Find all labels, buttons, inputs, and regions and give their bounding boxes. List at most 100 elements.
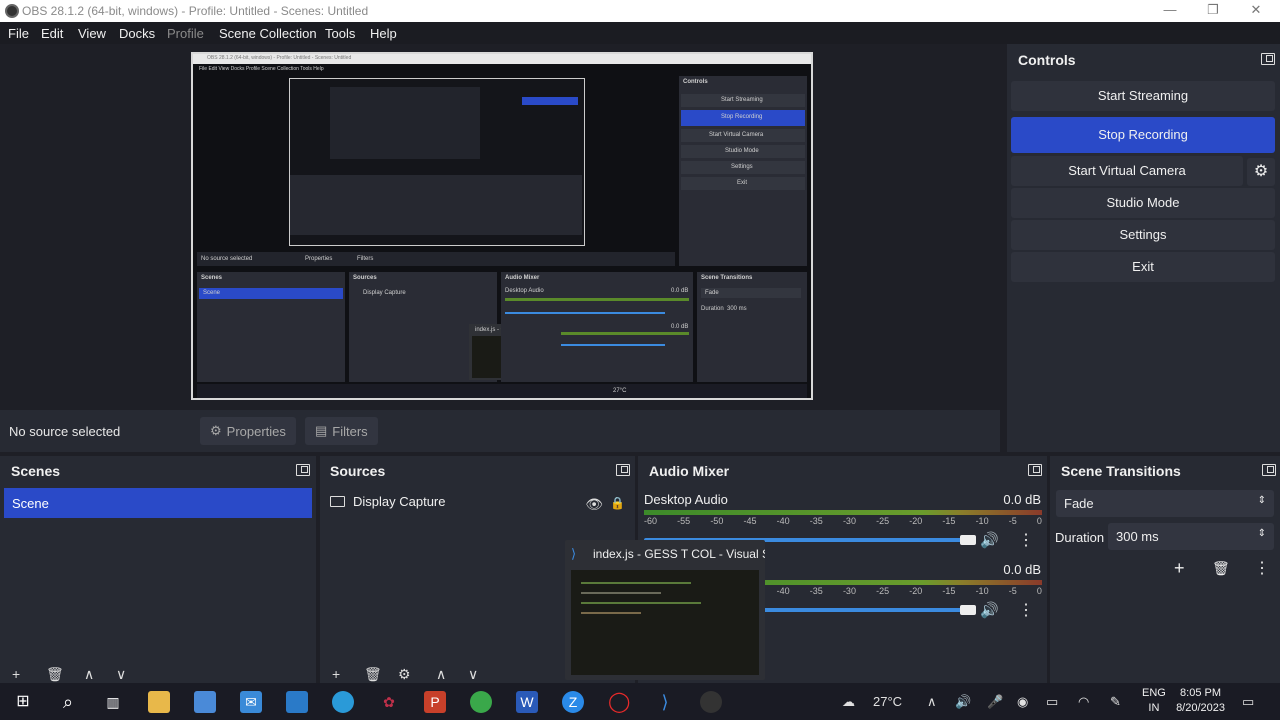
spinner-icon[interactable]: ⇕ (1258, 528, 1266, 539)
menu-bar: File Edit View Docks Profile Scene Colle… (0, 22, 1280, 44)
chevron-up-icon[interactable]: ∧ (927, 694, 937, 710)
add-icon[interactable]: + (1174, 558, 1185, 579)
minimize-button[interactable]: — (1150, 2, 1190, 20)
taskbar-thumbnail-popup[interactable]: ⟩ index.js - GESS T COL - Visual S... (565, 540, 765, 680)
scene-item[interactable]: Scene (4, 488, 312, 518)
file-explorer-icon[interactable] (148, 691, 170, 713)
undock-icon[interactable] (616, 464, 630, 476)
chevron-up-icon[interactable]: ∧ (436, 666, 446, 683)
menu-docks[interactable]: Docks (119, 26, 155, 41)
chevron-down-icon[interactable]: ∨ (468, 666, 478, 683)
preview-mini-menu: File Edit View Docks Profile Scene Colle… (199, 66, 324, 72)
menu-scene-collection[interactable]: Scene Collection (219, 26, 317, 41)
scenes-title: Scenes (11, 463, 61, 479)
weather-temp[interactable]: 27°C (873, 694, 902, 709)
menu-view[interactable]: View (78, 26, 106, 41)
program-preview[interactable]: OBS 28.1.2 (64-bit, windows) - Profile: … (191, 52, 813, 400)
volume-slider-handle[interactable] (960, 535, 976, 545)
add-icon[interactable]: + (12, 666, 20, 682)
speaker-icon[interactable]: 🔊 (980, 531, 999, 549)
battery-icon[interactable]: ▭ (1046, 694, 1058, 710)
gear-icon: ⚙ (210, 423, 222, 438)
notifications-icon[interactable]: ▭ (1242, 694, 1254, 710)
gear-icon[interactable]: ⚙ (398, 666, 411, 683)
raspberry-icon[interactable]: ✿ (378, 691, 400, 713)
undock-icon[interactable] (1262, 464, 1276, 476)
filters-label: Filters (332, 423, 368, 439)
undock-icon[interactable] (1028, 464, 1042, 476)
chevron-down-icon[interactable]: ∨ (116, 666, 126, 683)
more-options-icon[interactable]: ⋮ (1018, 600, 1034, 620)
trash-icon[interactable]: 🗑 (364, 666, 382, 683)
sources-title: Sources (330, 463, 386, 479)
exit-button[interactable]: Exit (1011, 252, 1275, 282)
window-title: OBS 28.1.2 (64-bit, windows) - Profile: … (22, 4, 369, 18)
properties-button[interactable]: ⚙ Properties (200, 417, 296, 445)
opera-icon[interactable]: ◯ (608, 691, 630, 713)
pen-icon[interactable]: ✎ (1110, 694, 1121, 710)
menu-file[interactable]: File (8, 26, 29, 41)
search-icon[interactable]: ⌕ (57, 691, 79, 713)
obs-logo-icon (5, 4, 19, 18)
task-view-icon[interactable]: ▥ (102, 691, 124, 713)
meter-ticks: -60-55-50-45-40-35-30-25-20-15-10-50 (644, 516, 1042, 526)
vscode-icon[interactable]: ⟩ (654, 691, 676, 713)
app-icon[interactable] (286, 691, 308, 713)
channel-level: 0.0 dB (1003, 492, 1041, 507)
settings-button[interactable]: Settings (1011, 220, 1275, 250)
add-icon[interactable]: + (332, 666, 340, 682)
close-button[interactable]: ✕ (1236, 2, 1276, 20)
speaker-icon[interactable]: 🔊 (980, 601, 999, 619)
more-options-icon[interactable]: ⋮ (1018, 530, 1034, 550)
volume-meter (644, 510, 1042, 515)
lock-icon[interactable]: 🔒 (610, 496, 625, 510)
powerpoint-icon[interactable]: P (424, 691, 446, 713)
mail-icon[interactable]: ✉ (240, 691, 262, 713)
start-streaming-button[interactable]: Start Streaming (1011, 81, 1275, 111)
undock-icon[interactable] (296, 464, 310, 476)
no-source-label: No source selected (9, 424, 121, 439)
preview-mini-transitions: Scene Transitions Fade Duration 300 ms (697, 272, 807, 382)
preview-mini-taskbar: 27°C (197, 384, 807, 398)
stop-recording-button[interactable]: Stop Recording (1011, 117, 1275, 153)
chevron-up-icon[interactable]: ∧ (84, 666, 94, 683)
virtual-camera-settings-icon[interactable]: ⚙ (1247, 158, 1275, 186)
filters-button[interactable]: ▤ Filters (305, 417, 378, 445)
clock[interactable]: 8:05 PM 8/20/2023 (1176, 686, 1225, 716)
microphone-icon[interactable]: 🎤 (987, 694, 1003, 710)
undock-icon[interactable] (1261, 53, 1275, 65)
zoom-icon[interactable]: Z (562, 691, 584, 713)
menu-help[interactable]: Help (370, 26, 397, 41)
language-indicator[interactable]: ENG IN (1142, 686, 1166, 716)
eye-icon[interactable]: 👁 (585, 496, 603, 513)
more-options-icon[interactable]: ⋮ (1254, 558, 1270, 578)
preview-mini-mixer: Audio Mixer Desktop Audio 0.0 dB 0.0 dB (501, 272, 693, 382)
window-thumbnail (571, 570, 759, 675)
studio-mode-button[interactable]: Studio Mode (1011, 188, 1275, 218)
wifi-icon[interactable]: ◠ (1078, 694, 1089, 710)
start-virtual-camera-button[interactable]: Start Virtual Camera (1011, 156, 1243, 186)
preview-mini-screen (289, 78, 585, 246)
volume-icon[interactable]: 🔊 (955, 694, 971, 710)
menu-profile[interactable]: Profile (167, 26, 204, 41)
trash-icon[interactable]: 🗑 (1212, 560, 1230, 577)
source-toolbar: No source selected ⚙ Properties ▤ Filter… (0, 410, 1000, 452)
word-icon[interactable]: W (516, 691, 538, 713)
weather-icon[interactable]: ☁ (842, 694, 855, 710)
duration-input[interactable]: 300 ms ⇕ (1108, 523, 1274, 550)
maximize-button[interactable]: ❐ (1193, 2, 1233, 20)
menu-edit[interactable]: Edit (41, 26, 63, 41)
preview-mini-title: OBS 28.1.2 (64-bit, windows) - Profile: … (207, 55, 352, 61)
transition-value: Fade (1064, 496, 1094, 511)
trash-icon[interactable]: 🗑 (46, 666, 64, 683)
obs-icon[interactable] (700, 691, 722, 713)
transition-select[interactable]: Fade ⇕ (1056, 490, 1274, 517)
time: 8:05 PM (1180, 687, 1222, 699)
webcam-icon[interactable]: ◉ (1017, 694, 1028, 710)
menu-tools[interactable]: Tools (325, 26, 355, 41)
store-icon[interactable] (194, 691, 216, 713)
volume-slider-handle[interactable] (960, 605, 976, 615)
windows-start-icon[interactable]: ⊞ (12, 691, 34, 713)
chrome-icon[interactable] (470, 691, 492, 713)
edge-icon[interactable] (332, 691, 354, 713)
